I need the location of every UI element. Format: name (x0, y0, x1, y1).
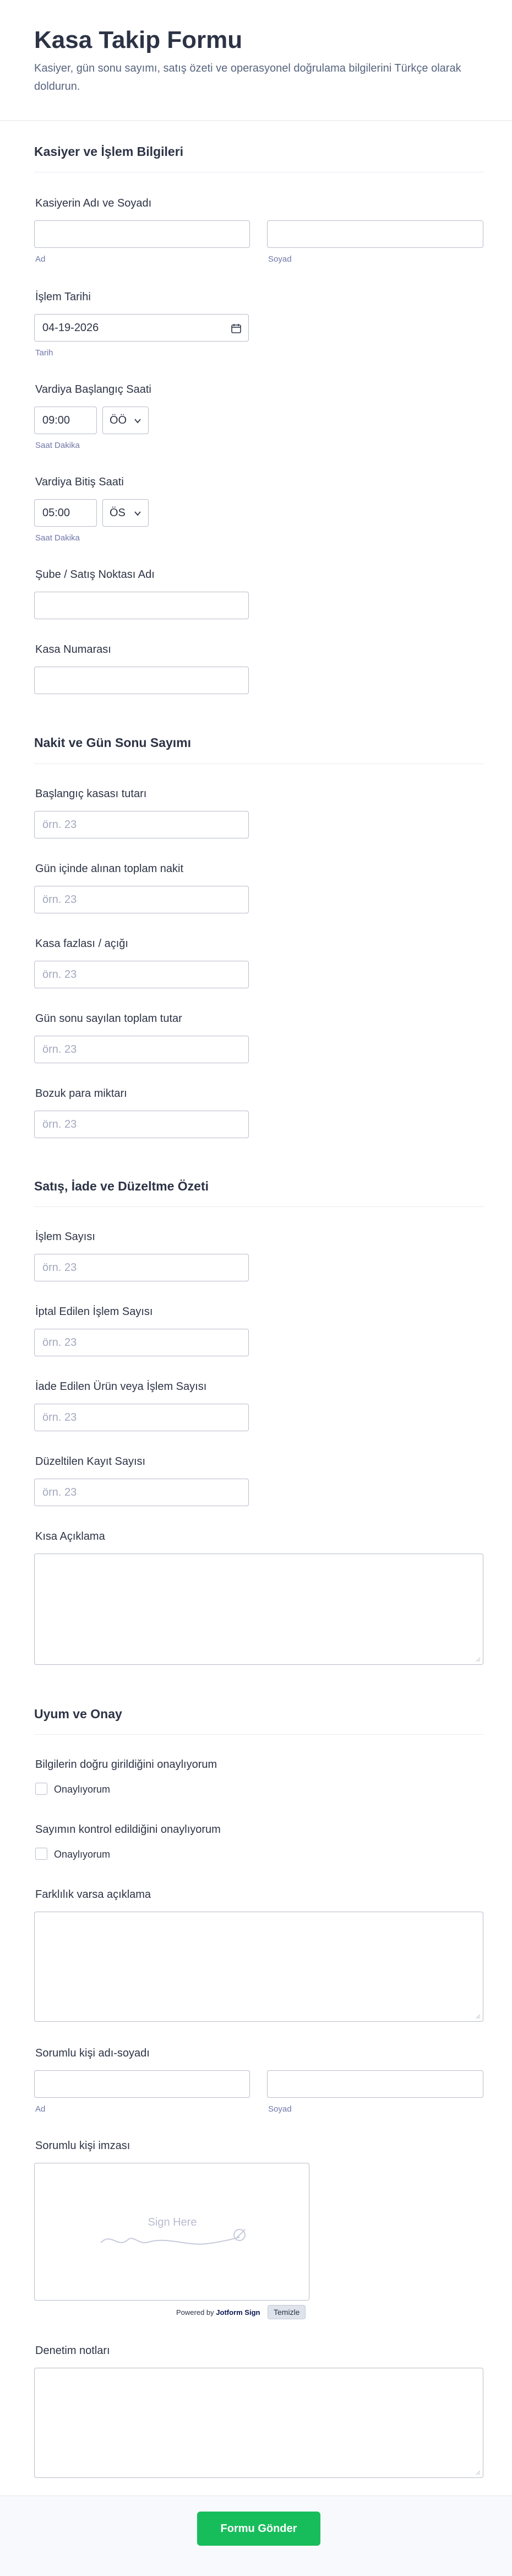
coins-label: Bozuk para miktarı (35, 1087, 127, 1100)
register-label: Kasa Numarası (35, 643, 111, 656)
corrections-input[interactable]: örn. 23 (34, 1479, 249, 1506)
cash-difference-input[interactable]: örn. 23 (34, 961, 249, 988)
last-name-sublabel: Soyad (268, 255, 292, 264)
cancelled-label: İptal Edilen İşlem Sayısı (35, 1306, 153, 1318)
first-name-sublabel: Ad (35, 255, 46, 264)
cash-received-input[interactable]: örn. 23 (34, 886, 249, 913)
cash-received-label: Gün içinde alınan toplam nakit (35, 863, 184, 875)
date-label: İşlem Tarihi (35, 291, 91, 303)
date-sublabel: Tarih (35, 348, 53, 358)
coins-input[interactable]: örn. 23 (34, 1111, 249, 1138)
confirm-count-label: Sayımın kontrol edildiğini onaylıyorum (35, 1823, 221, 1836)
returns-label: İade Edilen Ürün veya İşlem Sayısı (35, 1381, 207, 1393)
shift-end-ampm-value: ÖS (110, 507, 126, 519)
powered-by-text: Powered by Jotform Sign (176, 2308, 260, 2317)
section-heading-compliance: Uyum ve Onay (34, 1707, 122, 1721)
calendar-icon[interactable] (231, 323, 242, 334)
section-divider (34, 1206, 483, 1207)
resize-grip-icon[interactable] (475, 1657, 481, 1662)
responsible-last-sublabel: Soyad (268, 2104, 292, 2114)
shift-end-ampm-select[interactable]: ÖS (102, 499, 149, 527)
clear-signature-button[interactable]: Temizle (268, 2305, 306, 2319)
chevron-down-icon (134, 419, 141, 424)
shift-end-time-input[interactable]: 05:00 (34, 499, 97, 527)
responsible-name-label: Sorumlu kişi adı-soyadı (35, 2047, 150, 2059)
audit-notes-label: Denetim notları (35, 2345, 110, 2357)
responsible-first-sublabel: Ad (35, 2104, 46, 2114)
opening-cash-input[interactable]: örn. 23 (34, 811, 249, 838)
form-title: Kasa Takip Formu (34, 26, 243, 53)
counted-total-input[interactable]: örn. 23 (34, 1036, 249, 1063)
returns-input[interactable]: örn. 23 (34, 1404, 249, 1431)
cash-difference-label: Kasa fazlası / açığı (35, 938, 128, 950)
shift-end-label: Vardiya Bitiş Saati (35, 476, 124, 488)
jotform-sign-brand: Jotform Sign (216, 2308, 260, 2317)
signature-pad[interactable]: Sign Here (34, 2163, 309, 2301)
section-heading-cashier: Kasiyer ve İşlem Bilgileri (34, 144, 184, 159)
confirm-accuracy-option[interactable]: Onaylıyorum (54, 1784, 110, 1795)
branch-input[interactable] (34, 592, 249, 619)
confirm-accuracy-label: Bilgilerin doğru girildiğini onaylıyorum (35, 1758, 217, 1771)
audit-notes-textarea[interactable] (34, 2368, 483, 2478)
short-description-label: Kısa Açıklama (35, 1530, 105, 1543)
date-value: 04-19-2026 (42, 322, 99, 334)
short-description-textarea[interactable] (34, 1554, 483, 1665)
submit-button[interactable]: Formu Gönder (197, 2512, 320, 2546)
cancelled-input[interactable]: örn. 23 (34, 1329, 249, 1356)
signature-pen-icon (100, 2229, 246, 2245)
confirm-count-option[interactable]: Onaylıyorum (54, 1849, 110, 1860)
branch-label: Şube / Satış Noktası Adı (35, 569, 155, 581)
difference-explain-label: Farklılık varsa açıklama (35, 1888, 151, 1901)
header-divider (0, 120, 512, 121)
counted-total-label: Gün sonu sayılan toplam tutar (35, 1013, 182, 1025)
shift-start-label: Vardiya Başlangıç Saati (35, 383, 151, 396)
signature-label: Sorumlu kişi imzası (35, 2140, 130, 2152)
cashier-first-name-input[interactable] (34, 220, 250, 248)
tx-count-input[interactable]: örn. 23 (34, 1254, 249, 1281)
opening-cash-label: Başlangıç kasası tutarı (35, 788, 147, 800)
section-heading-sales: Satış, İade ve Düzeltme Özeti (34, 1179, 209, 1193)
section-heading-cash: Nakit ve Gün Sonu Sayımı (34, 735, 192, 750)
shift-start-ampm-select[interactable]: ÖÖ (102, 407, 149, 434)
shift-start-ampm-value: ÖÖ (110, 414, 127, 426)
tx-count-label: İşlem Sayısı (35, 1231, 95, 1243)
resize-grip-icon[interactable] (475, 2014, 481, 2019)
confirm-accuracy-checkbox[interactable] (35, 1783, 47, 1795)
date-input[interactable]: 04-19-2026 (34, 314, 249, 342)
register-input[interactable] (34, 667, 249, 694)
cashier-name-label: Kasiyerin Adı ve Soyadı (35, 197, 152, 209)
section-divider (34, 1734, 483, 1735)
resize-grip-icon[interactable] (475, 2470, 481, 2475)
corrections-label: Düzeltilen Kayıt Sayısı (35, 1455, 146, 1468)
powered-by-label: Powered by (176, 2308, 214, 2317)
difference-explain-textarea[interactable] (34, 1912, 483, 2022)
responsible-last-name-input[interactable] (267, 2070, 483, 2098)
chevron-down-icon (134, 511, 141, 516)
form-subtitle: Kasiyer, gün sonu sayımı, satış özeti ve… (34, 62, 461, 93)
confirm-count-checkbox[interactable] (35, 1848, 47, 1860)
cashier-last-name-input[interactable] (267, 220, 483, 248)
shift-start-sublabel: Saat Dakika (35, 441, 80, 450)
shift-end-sublabel: Saat Dakika (35, 533, 80, 543)
shift-start-time-input[interactable]: 09:00 (34, 407, 97, 434)
responsible-first-name-input[interactable] (34, 2070, 250, 2098)
